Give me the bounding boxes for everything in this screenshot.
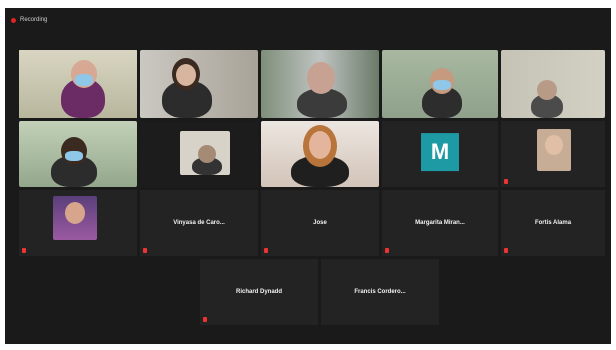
participant-name: Margarita Miran... (415, 220, 465, 226)
participant-name: Vinyasa de Caro... (173, 220, 225, 226)
participant-name: Richard Dynadd (235, 289, 282, 295)
participant-tile-1[interactable] (19, 50, 137, 118)
participant-video (19, 121, 137, 187)
participant-video (140, 121, 258, 187)
participant-video (140, 50, 258, 118)
participant-tile-4[interactable] (382, 50, 498, 118)
participant-video (19, 190, 137, 256)
participant-name: Fortis Alama (534, 220, 572, 226)
recording-label: Recording (20, 17, 48, 23)
participant-tile-3[interactable] (261, 50, 379, 118)
participant-video (261, 50, 379, 118)
mic-off-icon (504, 248, 508, 253)
participant-tile-14[interactable]: Margarita Miran... (382, 190, 498, 256)
mic-off-icon (385, 248, 389, 253)
mic-off-icon (143, 248, 147, 253)
participant-tile-6[interactable] (19, 121, 137, 187)
mic-off-icon (22, 248, 26, 253)
participant-tile-13[interactable]: Jose (261, 190, 379, 256)
participant-tile-8[interactable] (261, 121, 379, 187)
mic-off-icon (264, 248, 268, 253)
mic-off-icon (504, 179, 508, 184)
avatar: M (421, 133, 459, 172)
participant-tile-15[interactable]: Fortis Alama (501, 190, 605, 256)
participant-name: Francis Cordero... (354, 289, 406, 295)
participant-video (501, 50, 605, 118)
mic-off-icon (203, 317, 207, 322)
participant-tile-17[interactable]: Francis Cordero... (321, 259, 439, 325)
participant-video (501, 121, 605, 187)
participant-tile-16[interactable]: Richard Dynadd (200, 259, 318, 325)
participant-video (382, 50, 498, 118)
participant-tile-5[interactable] (501, 50, 605, 118)
recording-icon (11, 17, 16, 23)
meeting-window: Recording M Vinyasa de Caro... Jose Marg… (5, 8, 611, 344)
participant-video (19, 50, 137, 118)
top-bar: Recording (5, 8, 611, 32)
participant-video (261, 121, 379, 187)
participant-name: Jose (313, 220, 327, 226)
participant-tile-10[interactable] (501, 121, 605, 187)
participant-tile-9[interactable]: M (382, 121, 498, 187)
participant-tile-2[interactable] (140, 50, 258, 118)
participant-tile-11[interactable] (19, 190, 137, 256)
participant-tile-7[interactable] (140, 121, 258, 187)
participant-tile-12[interactable]: Vinyasa de Caro... (140, 190, 258, 256)
